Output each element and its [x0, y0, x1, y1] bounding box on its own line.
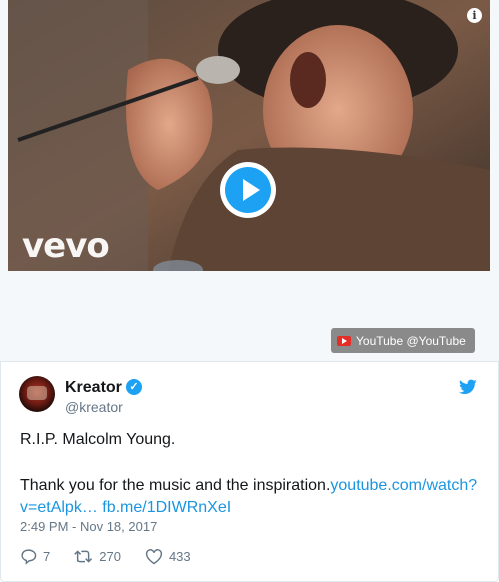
tweet-text-line1: R.I.P. Malcolm Young. [20, 431, 176, 448]
user-handle[interactable]: @kreator [65, 399, 123, 415]
avatar[interactable] [19, 376, 55, 412]
tweet-text-line2: Thank you for the music and the inspirat… [20, 477, 331, 494]
like-button[interactable]: 433 [145, 548, 191, 565]
facebook-link[interactable]: fb.me/1DIWRnXeI [102, 499, 231, 516]
info-icon[interactable]: i [467, 8, 482, 23]
youtube-source-label: YouTube @YouTube [356, 333, 466, 348]
twitter-bird-icon[interactable] [459, 379, 477, 395]
play-icon [225, 167, 271, 213]
video-thumbnail[interactable]: i vevo [8, 0, 490, 271]
reply-count: 7 [43, 549, 51, 564]
tweet-actions: 7 270 433 [20, 548, 215, 565]
heart-icon [145, 548, 163, 564]
display-name[interactable]: Kreator [65, 379, 122, 397]
media-container: i vevo YouTube @YouTube [0, 0, 499, 361]
tweet-text-body: Thank you for the music and the inspirat… [20, 475, 485, 519]
youtube-source-badge[interactable]: YouTube @YouTube [331, 328, 475, 353]
retweet-count: 270 [99, 549, 121, 564]
vevo-watermark: vevo [22, 226, 110, 266]
tweet-card: Kreator ✓ @kreator R.I.P. Malcolm Young.… [0, 361, 499, 582]
retweet-icon [74, 550, 93, 563]
tweet-timestamp[interactable]: 2:49 PM - Nov 18, 2017 [20, 519, 157, 534]
reply-button[interactable]: 7 [20, 548, 50, 565]
verified-badge-icon: ✓ [126, 379, 142, 395]
youtube-icon [337, 335, 351, 346]
like-count: 433 [168, 549, 191, 564]
retweet-button[interactable]: 270 [74, 548, 121, 565]
play-button[interactable] [220, 162, 276, 218]
reply-icon [21, 549, 37, 565]
embedded-tweet: i vevo YouTube @YouTube Kreator ✓ @kreat… [0, 0, 499, 582]
